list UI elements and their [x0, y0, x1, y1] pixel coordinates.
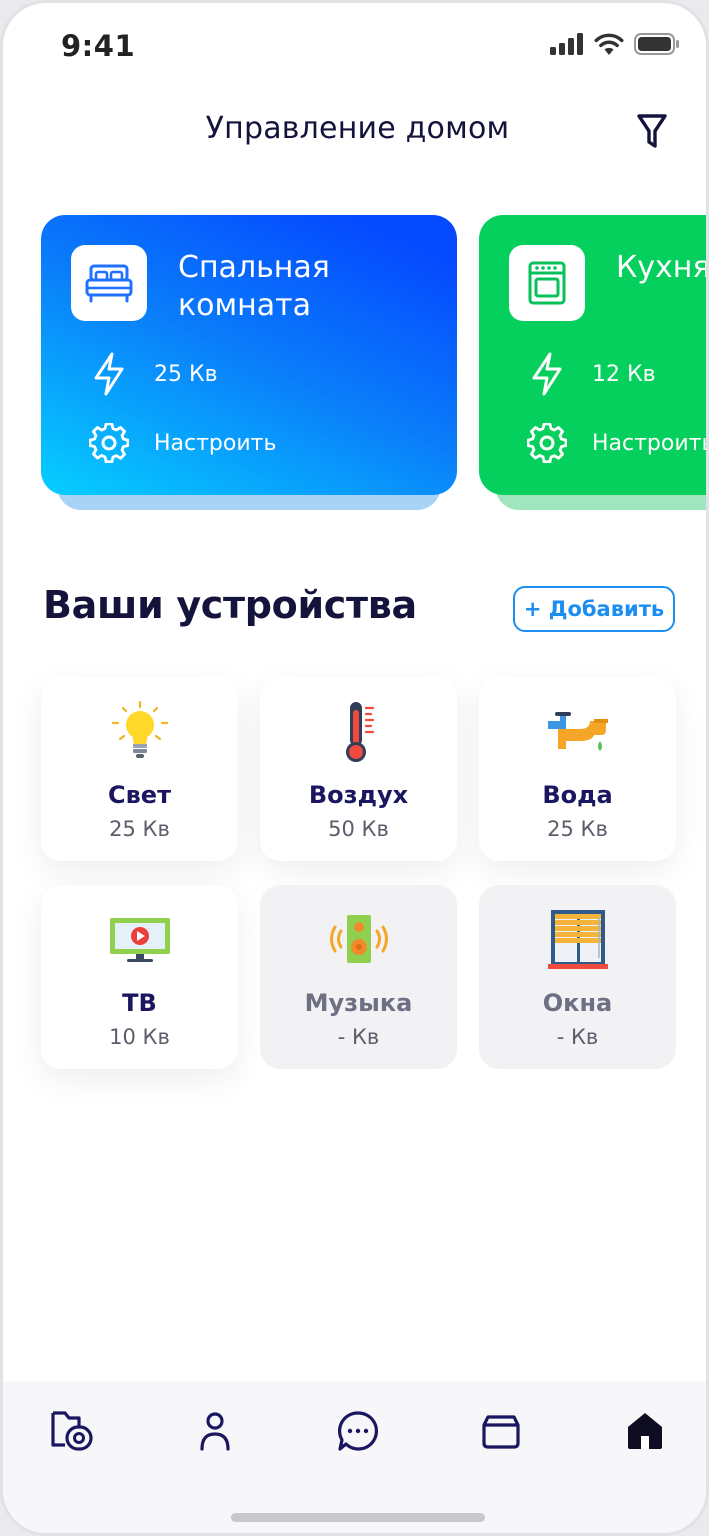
rooms-carousel[interactable]: Спальная комната 25 Кв Настроить Кухня 1… [41, 215, 709, 515]
home-icon [628, 1413, 662, 1449]
device-value: - Кв [556, 1025, 599, 1049]
room-card-kitchen[interactable]: Кухня 12 Кв Настроить [479, 215, 709, 510]
device-name: Музыка [304, 989, 413, 1017]
room-settings-link[interactable]: Настроить [89, 421, 276, 465]
phone-screen: 9:41 Управление домом Спальная комната 2… [0, 0, 709, 1536]
profile-icon [200, 1412, 230, 1451]
device-value: 25 Кв [109, 817, 170, 841]
room-power-row: 25 Кв [89, 352, 218, 396]
stove-icon [528, 261, 566, 305]
gear-icon [527, 421, 567, 465]
chat-icon [338, 1411, 378, 1451]
device-value: 50 Кв [328, 817, 389, 841]
nav-chat[interactable] [332, 1405, 384, 1457]
device-name: Вода [542, 781, 613, 809]
tv-icon [41, 907, 238, 973]
device-value: 10 Кв [109, 1025, 170, 1049]
device-value: - Кв [337, 1025, 380, 1049]
faucet-icon [479, 699, 676, 765]
device-tile-windows[interactable]: Окна - Кв [479, 885, 676, 1069]
device-value: 25 Кв [547, 817, 608, 841]
devices-title: Ваши устройства [43, 583, 417, 627]
room-settings-label: Настроить [592, 430, 709, 456]
thermometer-icon [260, 699, 457, 765]
nav-camera-folder[interactable] [45, 1405, 97, 1457]
page-title: Управление домом [205, 111, 510, 146]
nav-home[interactable] [619, 1405, 671, 1457]
device-name: Воздух [308, 781, 409, 809]
device-tile-air[interactable]: Воздух 50 Кв [260, 677, 457, 861]
speaker-icon [260, 907, 457, 973]
device-name: ТВ [122, 989, 157, 1017]
filter-button[interactable] [633, 109, 671, 153]
signal-icon [550, 33, 583, 55]
bed-icon-box [71, 245, 147, 321]
filter-icon [637, 114, 667, 148]
camera-folder-icon [51, 1411, 93, 1451]
device-tile-water[interactable]: Вода 25 Кв [479, 677, 676, 861]
wifi-icon [594, 33, 624, 55]
battery-icon [634, 33, 679, 55]
box-icon [482, 1415, 520, 1449]
device-name: Окна [542, 989, 613, 1017]
device-tile-light[interactable]: Свет 25 Кв [41, 677, 238, 861]
room-power: 25 Кв [154, 361, 218, 387]
add-device-button[interactable]: + Добавить [513, 586, 675, 632]
device-tile-tv[interactable]: ТВ 10 Кв [41, 885, 238, 1069]
status-time: 9:41 [61, 29, 136, 63]
room-card-bedroom[interactable]: Спальная комната 25 Кв Настроить [41, 215, 457, 510]
room-power: 12 Кв [592, 361, 656, 387]
lightning-icon [527, 352, 567, 396]
room-name: Спальная комната [178, 250, 330, 323]
room-settings-label: Настроить [154, 430, 277, 456]
gear-icon [89, 421, 129, 465]
home-indicator [231, 1513, 485, 1522]
stove-icon-box [509, 245, 585, 321]
lightbulb-icon [41, 699, 238, 765]
device-tile-music[interactable]: Музыка - Кв [260, 885, 457, 1069]
nav-box[interactable] [475, 1405, 527, 1457]
lightning-icon [89, 352, 129, 396]
device-name: Свет [108, 781, 171, 809]
room-settings-link[interactable]: Настроить [527, 421, 709, 465]
room-name: Кухня [616, 250, 709, 285]
room-power-row: 12 Кв [527, 352, 656, 396]
nav-profile[interactable] [189, 1405, 241, 1457]
status-icons [550, 33, 680, 55]
bed-icon [85, 264, 133, 303]
window-blinds-icon [479, 907, 676, 973]
